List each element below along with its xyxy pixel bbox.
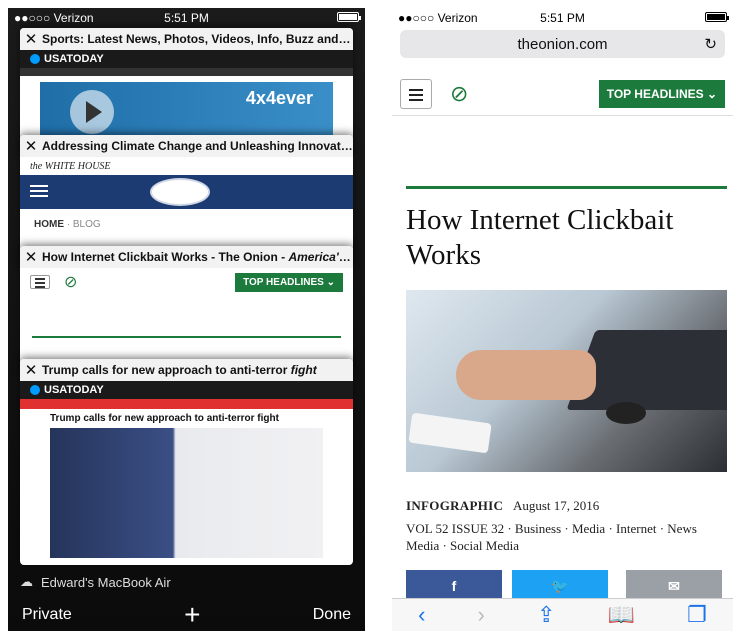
article-title: How Internet Clickbait Works bbox=[406, 204, 674, 271]
reload-icon[interactable]: ↻ bbox=[704, 35, 717, 53]
private-button[interactable]: Private bbox=[22, 606, 72, 624]
close-tab-icon[interactable]: ✕ bbox=[20, 30, 42, 48]
cloud-icon: ☁ bbox=[20, 574, 33, 589]
tab-title: How Internet Clickbait Works - The Onion… bbox=[42, 250, 353, 264]
email-share-button[interactable]: ✉ bbox=[626, 570, 722, 600]
battery-icon bbox=[705, 12, 729, 22]
status-bar: ●●○○○ Verizon 5:51 PM bbox=[8, 8, 365, 28]
close-tab-icon[interactable]: ✕ bbox=[20, 137, 42, 155]
twitter-share-button[interactable]: 🐦 bbox=[512, 570, 608, 600]
menu-icon bbox=[30, 275, 50, 289]
tab-title: Addressing Climate Change and Unleashing… bbox=[42, 139, 353, 153]
breadcrumb: HOME · BLOG bbox=[34, 219, 101, 230]
usatoday-logo: USATODAY bbox=[30, 53, 104, 65]
tab-switcher-screen: ●●○○○ Verizon 5:51 PM ✕ Sports: Latest N… bbox=[8, 8, 365, 631]
whitehouse-emblem-icon bbox=[150, 178, 210, 206]
tab-toolbar: Private + Done bbox=[8, 598, 365, 631]
divider bbox=[406, 186, 727, 189]
close-tab-icon[interactable]: ✕ bbox=[20, 248, 42, 266]
forward-icon[interactable]: › bbox=[478, 602, 485, 628]
new-tab-button[interactable]: + bbox=[184, 600, 200, 629]
done-button[interactable]: Done bbox=[313, 606, 351, 624]
url-text: theonion.com bbox=[517, 35, 608, 53]
article-photo bbox=[50, 428, 323, 558]
share-icon[interactable]: ⇪ bbox=[537, 602, 555, 628]
category-link[interactable]: INFOGRAPHIC bbox=[406, 498, 503, 513]
article-headline: Trump calls for new approach to anti-ter… bbox=[50, 413, 279, 424]
video-ad: 4x4ever bbox=[40, 82, 333, 142]
menu-icon bbox=[30, 185, 48, 197]
usatoday-logo: USATODAY bbox=[30, 384, 104, 396]
onion-leaf-icon[interactable]: ⊘ bbox=[450, 81, 468, 107]
bookmarks-icon[interactable]: 📖 bbox=[608, 602, 635, 628]
top-headlines-button: TOP HEADLINES ⌄ bbox=[235, 272, 343, 292]
menu-button[interactable] bbox=[400, 78, 432, 109]
battery-icon bbox=[337, 12, 361, 22]
time-label: 5:51 PM bbox=[164, 11, 209, 25]
close-tab-icon[interactable]: ✕ bbox=[20, 361, 42, 379]
whitehouse-logo: the WHITE HOUSE bbox=[30, 160, 111, 172]
site-header: ⊘ TOP HEADLINES ⌄ bbox=[392, 72, 733, 116]
ad-text: 4x4ever bbox=[245, 88, 313, 108]
tabs-icon[interactable]: ❐ bbox=[687, 602, 707, 628]
safari-page-screen: ●●○○○ Verizon 5:51 PM theonion.com ↻ ⊘ T… bbox=[392, 8, 733, 631]
back-icon[interactable]: ‹ bbox=[418, 602, 425, 628]
address-bar[interactable]: theonion.com ↻ bbox=[400, 30, 725, 58]
play-icon bbox=[70, 90, 114, 134]
time-label: 5:51 PM bbox=[540, 11, 585, 25]
onion-leaf-icon: ⊘ bbox=[64, 274, 78, 291]
facebook-share-button[interactable]: f bbox=[406, 570, 502, 600]
tab-card-onion[interactable]: ✕ How Internet Clickbait Works - The Oni… bbox=[20, 246, 353, 376]
safari-toolbar: ‹ › ⇪ 📖 ❐ bbox=[392, 598, 733, 631]
top-headlines-button[interactable]: TOP HEADLINES ⌄ bbox=[598, 79, 725, 108]
tab-title: Sports: Latest News, Photos, Videos, Inf… bbox=[42, 32, 353, 46]
device-name: Edward's MacBook Air bbox=[41, 574, 171, 590]
article-photo bbox=[406, 290, 727, 472]
article-meta: INFOGRAPHIC August 17, 2016 VOL 52 ISSUE… bbox=[406, 498, 727, 554]
status-bar: ●●○○○ Verizon 5:51 PM bbox=[392, 8, 733, 28]
tab-title: Trump calls for new approach to anti-ter… bbox=[42, 363, 317, 377]
tag-list[interactable]: VOL 52 ISSUE 32 · Business · Media · Int… bbox=[406, 520, 727, 554]
icloud-device[interactable]: ☁ Edward's MacBook Air bbox=[20, 574, 171, 590]
publish-date: August 17, 2016 bbox=[512, 498, 600, 513]
tab-card-trump[interactable]: ✕ Trump calls for new approach to anti-t… bbox=[20, 359, 353, 565]
